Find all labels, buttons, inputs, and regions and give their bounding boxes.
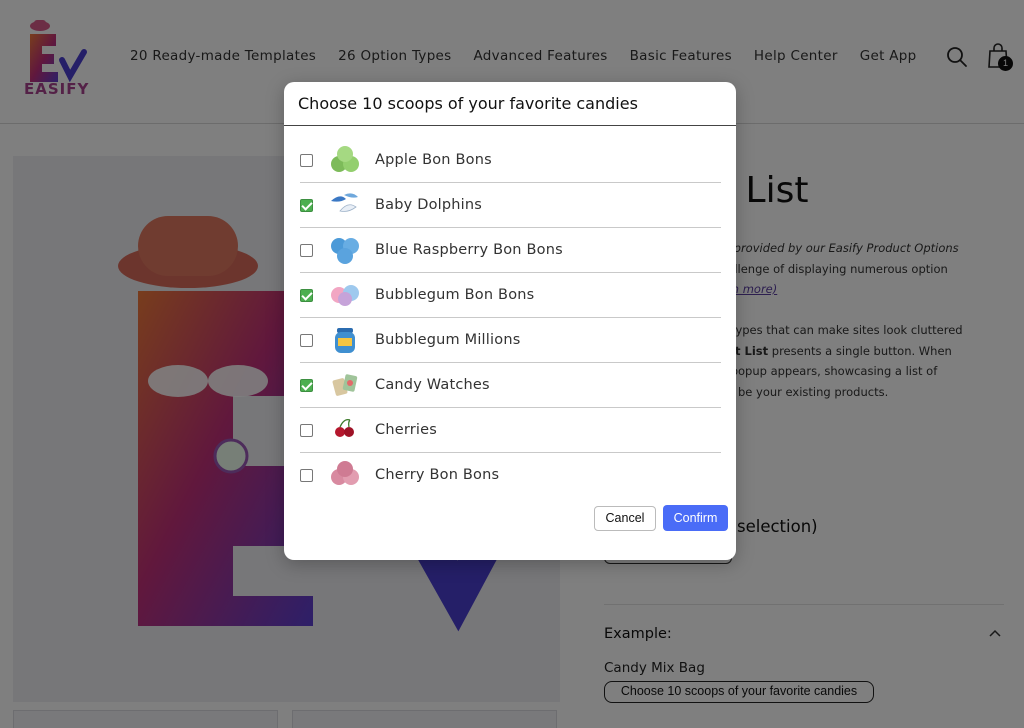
list-item[interactable]: Bubblegum Bon Bons: [300, 273, 721, 318]
checkbox-checked[interactable]: [300, 289, 313, 302]
item-name: Bubblegum Bon Bons: [375, 287, 535, 303]
list-item[interactable]: Bubblegum Millions: [300, 318, 721, 363]
cherries-image: [335, 419, 354, 437]
checkbox-checked[interactable]: [300, 379, 313, 392]
checkbox[interactable]: [300, 334, 313, 347]
modal-title: Choose 10 scoops of your favorite candie…: [298, 94, 638, 113]
list-item[interactable]: Apple Bon Bons: [300, 138, 721, 183]
cancel-button[interactable]: Cancel: [594, 506, 656, 531]
checkbox-checked[interactable]: [300, 199, 313, 212]
checkbox[interactable]: [300, 469, 313, 482]
blue-raspberry-bon-bons-image: [331, 238, 359, 264]
item-name: Baby Dolphins: [375, 197, 483, 213]
baby-dolphins-image: [331, 193, 358, 212]
bubblegum-bon-bons-image: [331, 285, 359, 306]
list-item[interactable]: Candy Watches: [300, 363, 721, 408]
checkbox[interactable]: [300, 424, 313, 437]
item-name: Cherry Bon Bons: [375, 467, 500, 483]
item-name: Blue Raspberry Bon Bons: [375, 242, 563, 258]
bubblegum-millions-image: [335, 328, 355, 353]
checkbox[interactable]: [300, 244, 313, 257]
list-item[interactable]: Cherries: [300, 408, 721, 453]
modal-divider: [284, 125, 736, 126]
list-item[interactable]: Blue Raspberry Bon Bons: [300, 228, 721, 273]
candy-watches-image: [332, 374, 358, 396]
cherry-bon-bons-image: [331, 461, 359, 485]
confirm-button[interactable]: Confirm: [663, 505, 728, 531]
apple-bon-bons-image: [331, 146, 359, 172]
item-name: Bubblegum Millions: [375, 332, 521, 348]
item-name: Apple Bon Bons: [375, 152, 492, 168]
list-item[interactable]: Baby Dolphins: [300, 183, 721, 228]
item-name: Candy Watches: [375, 377, 490, 393]
item-name: Cherries: [375, 422, 438, 438]
checkbox[interactable]: [300, 154, 313, 167]
product-list-modal: Choose 10 scoops of your favorite candie…: [284, 82, 736, 560]
list-item[interactable]: Cherry Bon Bons: [300, 453, 721, 498]
